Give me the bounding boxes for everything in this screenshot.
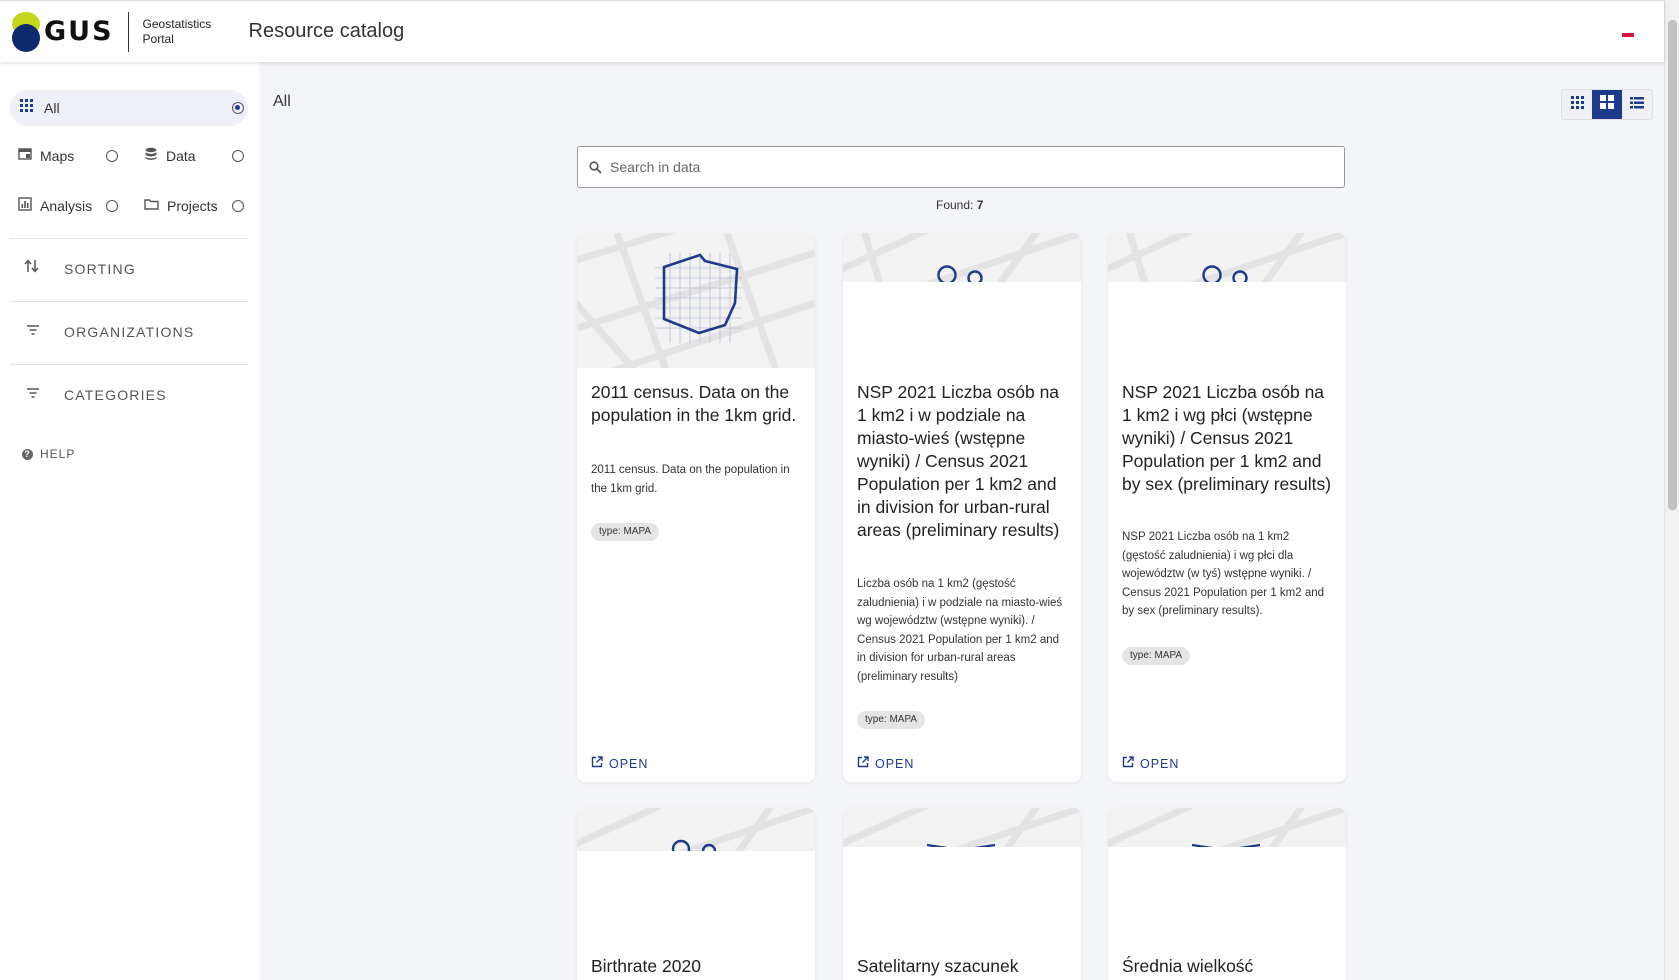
open-button[interactable]: OPEN xyxy=(857,756,914,771)
small-grid-icon xyxy=(1570,95,1584,114)
resource-card[interactable]: Satelitarny szacunek xyxy=(843,808,1081,980)
external-link-icon xyxy=(591,756,609,771)
view-list-button[interactable] xyxy=(1622,90,1652,119)
resource-card[interactable]: Birthrate 2020 xyxy=(577,808,815,980)
type-badge: type: MAPA xyxy=(1122,647,1191,665)
card-thumbnail xyxy=(843,808,1081,848)
card-title[interactable]: 2011 census. Data on the population in t… xyxy=(591,381,803,427)
section-categories[interactable]: CATEGORIES xyxy=(10,364,248,424)
open-label: OPEN xyxy=(609,756,649,771)
grid-icon xyxy=(20,98,34,118)
section-organizations[interactable]: ORGANIZATIONS xyxy=(10,301,248,361)
card-description: NSP 2021 Liczba osób na 1 km2 (gęstość z… xyxy=(1122,531,1325,617)
resource-card[interactable]: NSP 2021 Liczba osób na 1 km2 i w podzia… xyxy=(843,233,1081,782)
external-link-icon xyxy=(1122,756,1140,771)
search-input[interactable] xyxy=(610,159,1310,175)
sidebar: All Maps Data Analysis Projects SORTING … xyxy=(0,62,259,980)
scrollbar-thumb[interactable] xyxy=(1668,20,1677,510)
language-flag-icon[interactable] xyxy=(1622,29,1634,37)
folder-icon xyxy=(144,197,159,216)
card-title[interactable]: NSP 2021 Liczba osób na 1 km2 i w podzia… xyxy=(857,381,1069,542)
section-categories-label: CATEGORIES xyxy=(64,386,167,403)
help-icon: ? xyxy=(22,448,33,460)
filter-analysis[interactable]: Analysis xyxy=(18,194,92,218)
section-sorting-label: SORTING xyxy=(64,260,136,277)
gus-logo[interactable]: GUS Geostatistics Portal xyxy=(12,11,223,52)
list-icon xyxy=(1630,96,1644,114)
open-label: OPEN xyxy=(875,756,915,771)
large-grid-icon xyxy=(1600,95,1614,114)
filter-analysis-radio[interactable] xyxy=(106,200,118,212)
filter-data[interactable]: Data xyxy=(144,144,196,168)
page-scrollbar[interactable] xyxy=(1664,0,1679,980)
filter-all-radio[interactable] xyxy=(232,102,244,114)
card-thumbnail xyxy=(843,233,1081,283)
filter-maps[interactable]: Maps xyxy=(18,144,74,168)
help-link[interactable]: ? HELP xyxy=(22,447,75,461)
filter-maps-radio[interactable] xyxy=(106,150,118,162)
card-title[interactable]: Średnia wielkość xyxy=(1122,955,1334,978)
gus-logo-mark xyxy=(12,11,40,52)
type-badge: type: MAPA xyxy=(857,711,926,729)
view-mode-toggle xyxy=(1561,89,1653,120)
open-button[interactable]: OPEN xyxy=(1122,756,1179,771)
page-title: Resource catalog xyxy=(248,20,405,42)
filter-icon xyxy=(26,386,40,404)
card-title[interactable]: Birthrate 2020 xyxy=(591,955,803,978)
filter-projects-radio[interactable] xyxy=(232,200,244,212)
open-button[interactable]: OPEN xyxy=(591,756,648,771)
map-icon xyxy=(18,147,32,166)
filter-all-label: All xyxy=(44,100,60,116)
type-badge: type: MAPA xyxy=(591,523,660,541)
section-organizations-label: ORGANIZATIONS xyxy=(64,323,195,340)
resource-card[interactable]: Średnia wielkość xyxy=(1108,808,1346,980)
filter-maps-label: Maps xyxy=(40,148,75,164)
filter-icon xyxy=(26,323,40,341)
resource-card[interactable]: 2011 census. Data on the population in t… xyxy=(577,233,815,782)
portal-name: Geostatistics Portal xyxy=(142,16,212,46)
help-label: HELP xyxy=(40,447,76,461)
open-label: OPEN xyxy=(1140,756,1180,771)
found-label: Found: xyxy=(936,198,974,212)
logo-separator xyxy=(127,11,129,52)
sort-icon xyxy=(24,259,40,278)
filter-data-radio[interactable] xyxy=(232,150,244,162)
resource-card[interactable]: NSP 2021 Liczba osób na 1 km2 i wg płci … xyxy=(1108,233,1346,782)
card-thumbnail xyxy=(577,808,815,852)
view-small-grid-button[interactable] xyxy=(1562,90,1592,119)
search-icon xyxy=(589,160,602,174)
section-sorting[interactable]: SORTING xyxy=(10,238,248,298)
chart-icon xyxy=(18,196,32,216)
card-description: 2011 census. Data on the population in t… xyxy=(591,464,790,495)
card-description: Liczba osób na 1 km2 (gęstość zaludnieni… xyxy=(857,578,1063,683)
card-title[interactable]: NSP 2021 Liczba osób na 1 km2 i wg płci … xyxy=(1122,381,1334,496)
app-header: GUS Geostatistics Portal Resource catalo… xyxy=(0,0,1664,62)
logo-text: GUS xyxy=(44,16,114,47)
card-thumbnail xyxy=(577,233,815,368)
view-large-grid-button[interactable] xyxy=(1592,90,1622,119)
card-thumbnail xyxy=(1108,808,1346,848)
filter-all[interactable]: All xyxy=(10,90,248,126)
card-title[interactable]: Satelitarny szacunek xyxy=(857,955,1069,978)
found-count: 7 xyxy=(976,198,984,212)
filter-analysis-label: Analysis xyxy=(40,198,93,214)
category-heading: All xyxy=(273,93,291,110)
external-link-icon xyxy=(857,756,875,771)
card-thumbnail xyxy=(1108,233,1346,283)
filter-projects-label: Projects xyxy=(167,198,218,214)
database-icon xyxy=(144,147,158,166)
results-count: Found: 7 xyxy=(936,198,983,212)
search-bar[interactable] xyxy=(577,146,1345,188)
filter-projects[interactable]: Projects xyxy=(144,194,218,218)
filter-data-label: Data xyxy=(166,148,196,164)
